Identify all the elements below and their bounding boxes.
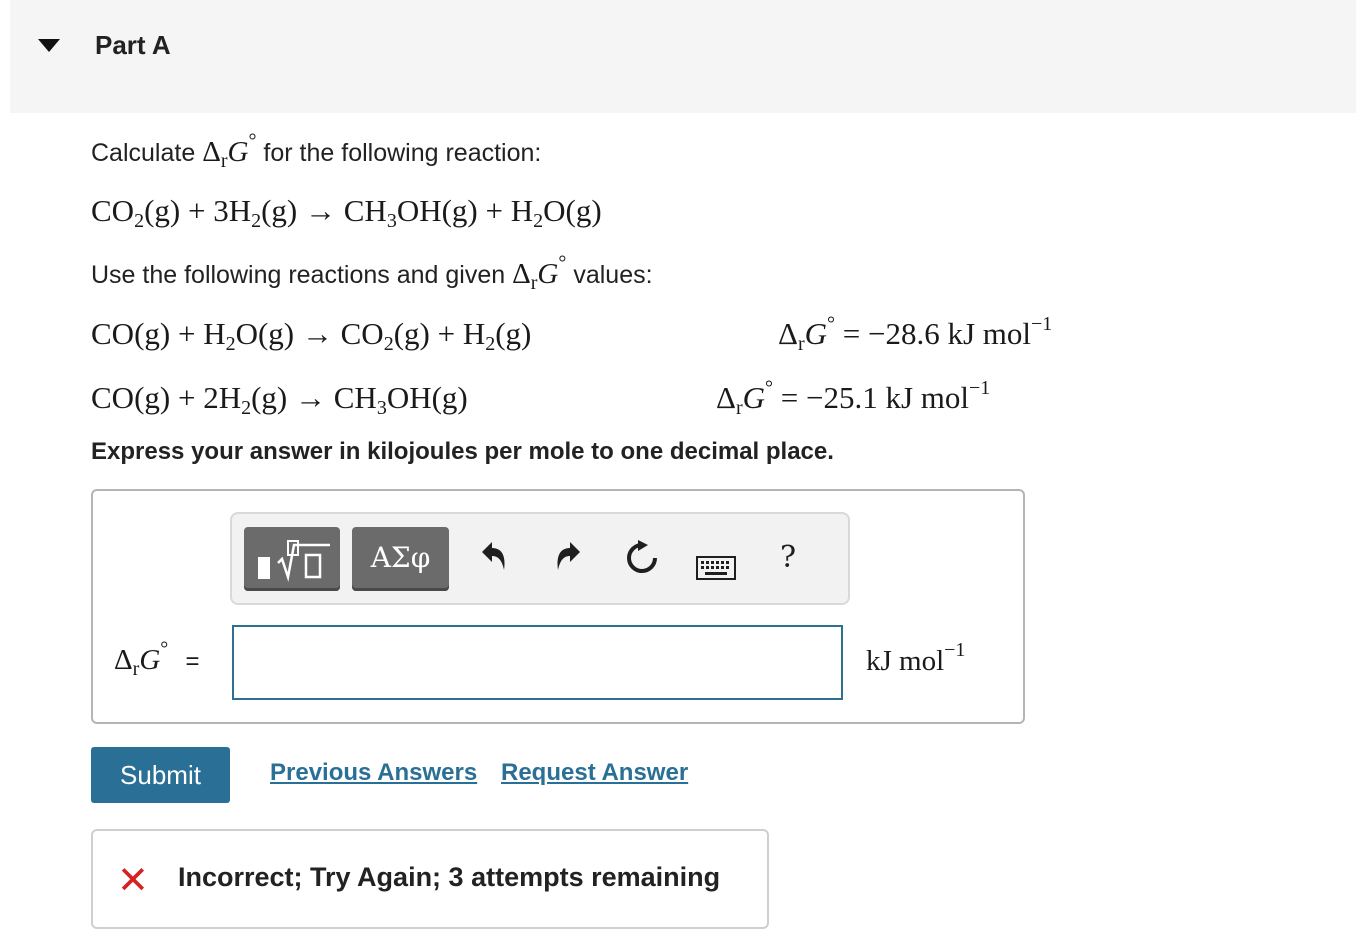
given-value-2: ΔrG° = −25.1 kJ mol−1 [716, 377, 991, 419]
redo-button[interactable] [554, 540, 584, 583]
greek-button[interactable]: ΑΣφ [352, 527, 449, 591]
part-title[interactable]: Part A [95, 30, 171, 61]
delta-r-g-symbol: ΔrG° [202, 130, 257, 172]
undo-icon [482, 542, 505, 570]
delta-r-g-symbol: ΔrG° [512, 252, 567, 294]
part-header[interactable] [10, 0, 1356, 113]
reset-button[interactable] [624, 540, 660, 585]
use-prompt: Use the following reactions and given Δr… [91, 252, 653, 294]
help-icon: ? [780, 540, 797, 575]
feedback-text: Incorrect; Try Again; 3 attempts remaini… [178, 862, 721, 892]
target-reaction: CO2(g) + 3H2(g) → CH3OH(g) + H2O(g) [91, 193, 602, 232]
answer-label: ΔrG° = [114, 638, 200, 680]
templates-button[interactable] [244, 527, 340, 591]
collapse-caret-icon[interactable] [38, 39, 60, 52]
undo-button[interactable] [478, 540, 508, 583]
given-value-1: ΔrG° = −28.6 kJ mol−1 [778, 313, 1053, 355]
calc-prompt: Calculate ΔrG° for the following reactio… [91, 130, 542, 172]
reset-icon [627, 540, 657, 573]
previous-answers-link[interactable]: Previous Answers [270, 759, 477, 787]
keyboard-button[interactable] [696, 549, 736, 589]
given-reaction-2: CO(g) + 2H2(g) → CH3OH(g) [91, 380, 468, 419]
given-reaction-1: CO(g) + H2O(g) → CO2(g) + H2(g) [91, 316, 532, 355]
help-button[interactable]: ? [780, 540, 796, 575]
x-icon: ✕ [117, 858, 149, 902]
instruction-text: Express your answer in kilojoules per mo… [91, 438, 834, 465]
templates-icon [258, 540, 330, 582]
request-answer-link[interactable]: Request Answer [501, 759, 688, 787]
answer-input[interactable] [232, 625, 843, 700]
submit-button[interactable]: Submit [91, 747, 230, 803]
answer-unit: kJ mol−1 [866, 639, 966, 677]
keyboard-icon [696, 556, 736, 580]
greek-icon: ΑΣφ [370, 541, 431, 574]
redo-icon [557, 542, 580, 570]
